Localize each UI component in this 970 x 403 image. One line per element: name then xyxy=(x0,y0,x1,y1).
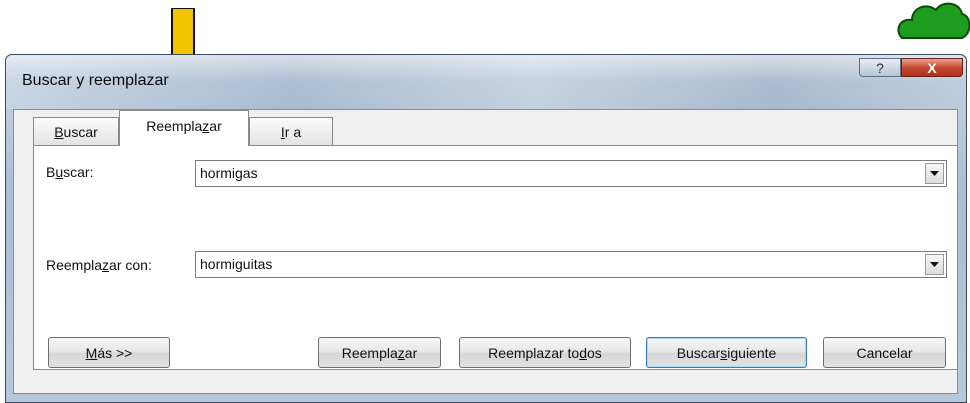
mas-button[interactable]: Más >> xyxy=(48,337,170,368)
button-label: ar xyxy=(404,344,418,361)
tab-label-accel: z xyxy=(202,117,210,134)
button-label-accel: s xyxy=(720,344,728,361)
button-label: os xyxy=(587,344,602,361)
button-label: ás >> xyxy=(97,344,133,361)
reemplazar-todos-button[interactable]: Reemplazar to d os xyxy=(459,337,631,368)
buscar-value: hormigas xyxy=(200,165,258,181)
button-label-accel: z xyxy=(397,344,405,361)
button-label-accel: d xyxy=(579,344,588,361)
buscar-combobox[interactable]: hormigas xyxy=(195,160,947,187)
tab-label: uscar xyxy=(63,123,98,140)
buscar-label: Buscar: xyxy=(46,164,93,180)
buscar-siguiente-button[interactable]: Buscar s iguiente xyxy=(646,337,807,368)
reemplazar-dropdown-button[interactable] xyxy=(925,254,944,275)
label-text: B xyxy=(46,164,56,180)
button-label: Reemplazar to xyxy=(488,344,580,361)
reemplazar-con-label: Reemplazar con: xyxy=(46,257,152,273)
tab-ir-a[interactable]: Ir a xyxy=(249,117,333,145)
reemplazar-value: hormiguitas xyxy=(200,256,273,272)
button-label: Reempla xyxy=(341,344,398,361)
buscar-dropdown-button[interactable] xyxy=(925,163,944,184)
label-accel: z xyxy=(102,257,110,273)
button-label: Buscar xyxy=(676,344,721,361)
dropdown-arrow-icon xyxy=(930,170,939,176)
tab-label: Reempla xyxy=(146,117,203,134)
label-text: Reempla xyxy=(46,257,103,273)
tab-label: r a xyxy=(284,123,302,140)
button-label: Cancelar xyxy=(856,344,913,361)
button-label-accel: M xyxy=(85,344,98,361)
label-text: ar con: xyxy=(109,257,152,273)
tab-label-accel: B xyxy=(54,123,64,140)
dropdown-arrow-icon xyxy=(930,261,939,267)
reemplazar-button[interactable]: Reempla z ar xyxy=(318,337,441,368)
reemplazar-combobox[interactable]: hormiguitas xyxy=(195,251,947,278)
label-text: scar: xyxy=(63,164,94,180)
tab-layer: Buscar Reempla z ar Ir a Buscar: hormigas … xyxy=(0,0,970,403)
cancelar-button[interactable]: Cancelar xyxy=(823,337,946,368)
label-accel: u xyxy=(55,164,64,180)
button-label: iguiente xyxy=(727,344,777,361)
tab-buscar[interactable]: Buscar xyxy=(33,117,119,145)
tab-reemplazar[interactable]: Reempla z ar xyxy=(119,110,249,146)
tab-label: ar xyxy=(209,117,222,134)
